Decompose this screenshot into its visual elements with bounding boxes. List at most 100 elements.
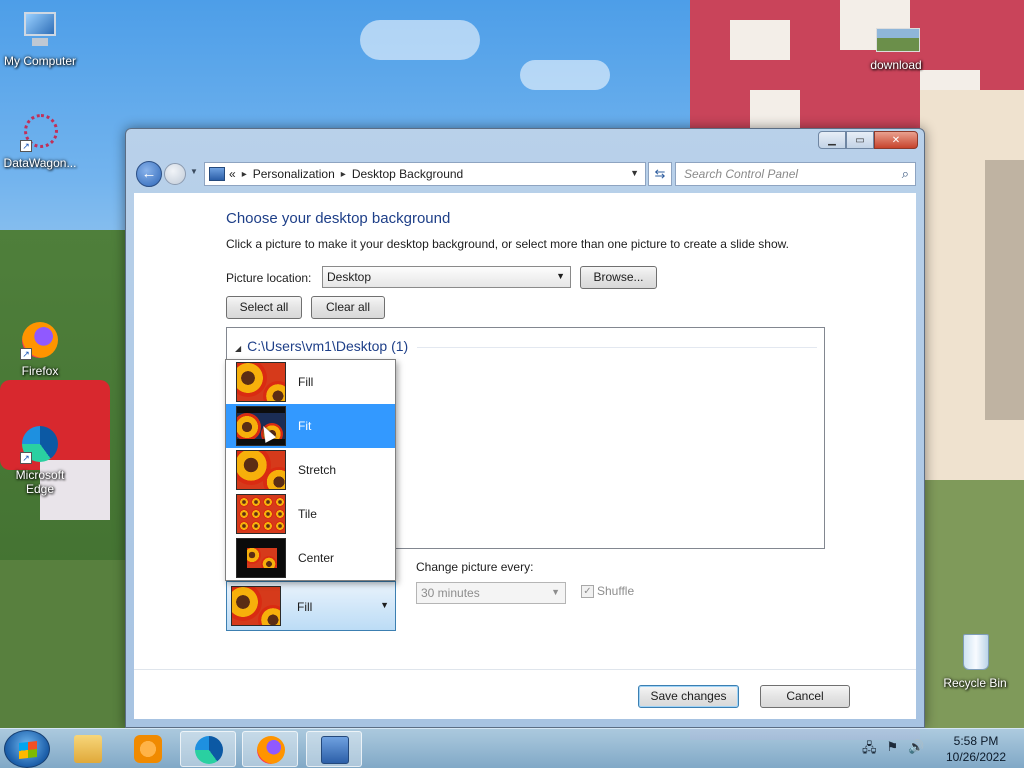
start-button[interactable]: [4, 730, 50, 768]
option-label: Fit: [298, 419, 312, 433]
windows-logo-icon: [19, 741, 37, 759]
computer-icon: [20, 10, 60, 50]
option-label: Tile: [298, 507, 317, 521]
fill-thumbnail: [231, 586, 281, 626]
system-tray: 🖧 ⚑ 🔊: [862, 739, 924, 761]
clear-all-button[interactable]: Clear all: [311, 296, 385, 319]
shuffle-checkbox[interactable]: ✓ Shuffle: [581, 584, 634, 598]
taskbar-explorer[interactable]: [60, 731, 116, 767]
chevron-right-icon[interactable]: ▸: [242, 169, 247, 180]
desktop-icon-label: download: [870, 58, 922, 72]
position-option-fit[interactable]: Fit: [226, 404, 395, 448]
position-option-tile[interactable]: Tile: [226, 492, 395, 536]
clock-time: 5:58 PM: [953, 734, 999, 748]
page-description: Click a picture to make it your desktop …: [226, 237, 789, 251]
search-placeholder: Search Control Panel: [684, 167, 799, 181]
back-arrow-icon: ←: [141, 165, 157, 182]
folder-icon: [74, 735, 102, 763]
desktop-icon-recycle-bin[interactable]: Recycle Bin: [935, 632, 1015, 690]
position-option-fill[interactable]: Fill: [226, 360, 395, 404]
clock[interactable]: 5:58 PM 10/26/2022: [936, 733, 1016, 765]
taskbar-firefox[interactable]: [242, 731, 298, 767]
refresh-icon: ⇆: [654, 166, 666, 181]
fill-thumbnail: [236, 362, 286, 402]
picture-group-label: C:\Users\vm1\Desktop (1): [247, 338, 409, 354]
volume-icon[interactable]: 🔊: [908, 739, 924, 761]
picture-location-value: Desktop: [327, 270, 372, 284]
chevron-right-icon[interactable]: ▸: [341, 169, 346, 180]
desktop-icon-label: Recycle Bin: [943, 676, 1007, 690]
back-button[interactable]: ←: [136, 161, 162, 187]
edge-icon: ↗: [20, 424, 60, 464]
recycle-bin-icon: [955, 632, 995, 672]
browse-button[interactable]: Browse...: [580, 266, 657, 289]
save-changes-button[interactable]: Save changes: [638, 685, 739, 708]
taskbar: 🖧 ⚑ 🔊 5:58 PM 10/26/2022: [0, 728, 1024, 768]
breadcrumb-personalization[interactable]: Personalization: [253, 167, 335, 181]
desktop-icon-label: DataWagon...: [3, 156, 77, 170]
checkbox-check-icon: ✓: [581, 584, 594, 598]
picture-position-select[interactable]: Fill ▼: [226, 581, 396, 631]
chevron-down-icon: ▼: [551, 587, 560, 597]
search-input[interactable]: Search Control Panel ⌕: [675, 162, 916, 186]
desktop-icon-firefox[interactable]: ↗ Firefox: [0, 320, 80, 378]
search-icon[interactable]: ⌕: [902, 166, 909, 182]
network-icon[interactable]: 🖧: [862, 739, 877, 761]
address-dropdown-icon[interactable]: ▼: [630, 168, 639, 178]
select-all-button[interactable]: Select all: [226, 296, 302, 319]
picture-location-label: Picture location:: [226, 271, 312, 285]
clock-date: 10/26/2022: [945, 750, 1007, 764]
firefox-icon: [257, 736, 285, 764]
minimize-button[interactable]: ▁: [818, 131, 846, 149]
firefox-icon: ↗: [20, 320, 60, 360]
change-picture-label: Change picture every:: [416, 560, 534, 574]
page-title: Choose your desktop background: [226, 210, 451, 227]
group-divider: [417, 347, 817, 348]
action-center-flag-icon[interactable]: ⚑: [887, 739, 899, 761]
position-option-stretch[interactable]: Stretch: [226, 448, 395, 492]
address-bar[interactable]: « ▸ Personalization ▸ Desktop Background…: [204, 162, 646, 186]
change-picture-value: 30 minutes: [421, 586, 480, 600]
image-file-icon: [876, 26, 920, 54]
control-panel-icon: [209, 167, 225, 181]
taskbar-media-player[interactable]: [120, 731, 176, 767]
desktop-icon-datawagon[interactable]: ↗ DataWagon...: [0, 112, 80, 170]
shuffle-label: Shuffle: [597, 584, 635, 598]
close-button[interactable]: ✕: [874, 131, 918, 149]
recent-pages-button[interactable]: ▼: [190, 167, 198, 176]
position-option-center[interactable]: Center: [226, 536, 395, 580]
forward-button[interactable]: [164, 163, 186, 185]
picture-group-header[interactable]: ◢ C:\Users\vm1\Desktop (1): [235, 338, 408, 354]
picture-location-select[interactable]: Desktop ▼: [322, 266, 571, 288]
option-label: Fill: [298, 375, 314, 389]
picture-position-dropdown: Fill Fit Stretch Tile Center: [225, 359, 396, 581]
collapse-triangle-icon[interactable]: ◢: [235, 344, 241, 353]
desktop-icon-download[interactable]: download: [856, 26, 936, 72]
address-overflow[interactable]: «: [229, 167, 236, 181]
center-thumbnail: [236, 538, 286, 578]
maximize-button[interactable]: ▭: [846, 131, 874, 149]
control-panel-icon: [321, 736, 349, 764]
stretch-thumbnail: [236, 450, 286, 490]
tile-thumbnail: [236, 494, 286, 534]
cancel-button[interactable]: Cancel: [760, 685, 850, 708]
chevron-down-icon: ▼: [380, 600, 389, 610]
breadcrumb-desktop-background[interactable]: Desktop Background: [352, 167, 463, 181]
change-picture-select[interactable]: 30 minutes ▼: [416, 582, 566, 604]
caption-buttons: ▁ ▭ ✕: [818, 131, 918, 149]
chevron-down-icon: ▼: [556, 271, 565, 281]
navigation-bar: ← ▼ « ▸ Personalization ▸ Desktop Backgr…: [134, 159, 916, 189]
option-label: Center: [298, 551, 335, 565]
desktop-icon-edge[interactable]: ↗ Microsoft Edge: [0, 424, 80, 496]
datawagon-icon: ↗: [20, 112, 60, 152]
refresh-button[interactable]: ⇆: [648, 162, 672, 186]
desktop-icon-label: Microsoft Edge: [15, 468, 65, 496]
media-player-icon: [134, 735, 162, 763]
taskbar-edge[interactable]: [180, 731, 236, 767]
taskbar-control-panel[interactable]: [306, 731, 362, 767]
edge-icon: [195, 736, 223, 764]
option-label: Stretch: [298, 463, 337, 477]
desktop-icon-label: Firefox: [21, 364, 59, 378]
desktop-icon-my-computer[interactable]: My Computer: [0, 10, 80, 68]
footer-divider: [134, 669, 916, 670]
